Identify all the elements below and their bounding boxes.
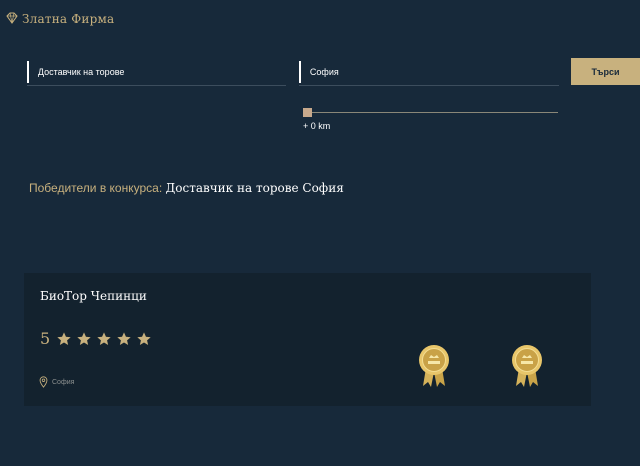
rating: 5: [40, 329, 152, 348]
location: София: [39, 376, 74, 388]
city-input[interactable]: [309, 66, 559, 77]
winners-query: Доставчик на торове София: [165, 181, 344, 195]
star-icon: [137, 331, 151, 345]
text-cursor: [299, 60, 301, 83]
distance-slider-track[interactable]: [304, 112, 558, 113]
brand-name: Златна Фирма: [22, 12, 115, 26]
keyword-input[interactable]: [37, 66, 286, 77]
keyword-field[interactable]: [27, 58, 286, 86]
star-icon: [57, 331, 71, 345]
text-cursor: [27, 60, 29, 83]
map-pin-icon: [39, 376, 48, 388]
distance-value: + 0 km: [303, 121, 331, 131]
brand-logo[interactable]: Златна Фирма: [6, 12, 114, 26]
diamond-icon: [6, 12, 18, 24]
search-button[interactable]: Търси: [571, 58, 640, 85]
star-icon: [77, 331, 91, 345]
award-badge-icon[interactable]: [417, 344, 451, 388]
company-name[interactable]: БиоТор Чепинци: [40, 289, 147, 303]
winners-label: Победители в конкурса:: [29, 181, 163, 195]
location-city: София: [52, 378, 75, 386]
award-badge-icon[interactable]: [510, 344, 544, 388]
winners-heading: Победители в конкурса: Доставчик на торо…: [29, 181, 344, 195]
rating-value: 5: [40, 329, 51, 348]
city-field[interactable]: [299, 58, 559, 86]
star-icon: [97, 331, 111, 345]
star-icon: [117, 331, 131, 345]
result-card[interactable]: БиоТор Чепинци 5 София: [24, 273, 591, 406]
distance-slider-handle[interactable]: [303, 108, 312, 117]
